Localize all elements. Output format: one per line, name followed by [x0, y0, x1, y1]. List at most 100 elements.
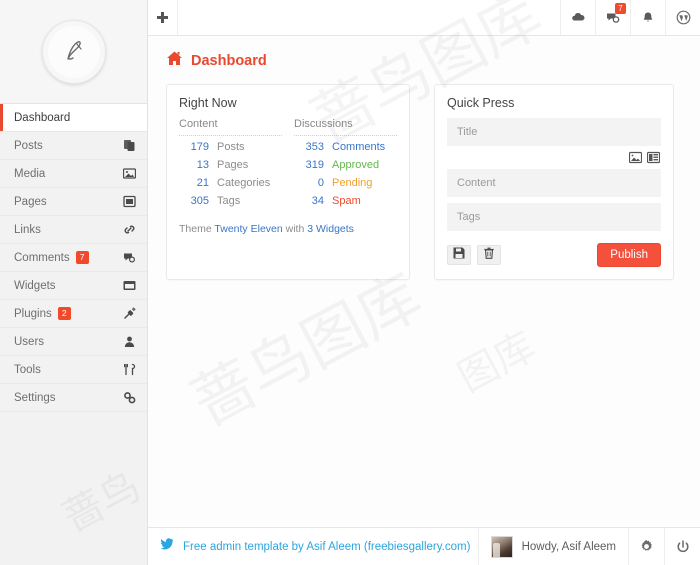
quick-press-actions: Publish: [447, 231, 661, 267]
right-now-panel: Right Now Content 179 Posts 13 Pages 21 …: [166, 84, 410, 280]
sidebar-item-settings[interactable]: Settings: [0, 384, 147, 412]
theme-prefix: Theme: [179, 223, 215, 235]
cloud-icon[interactable]: [560, 0, 595, 35]
sidebar-badge-plugins: 2: [57, 307, 71, 320]
image-icon: [121, 166, 137, 182]
quick-press-tags-input[interactable]: [447, 203, 661, 231]
theme-info: Theme Twenty Eleven with 3 Widgets: [167, 213, 409, 247]
bell-icon[interactable]: [630, 0, 665, 35]
widgets-link[interactable]: 3 Widgets: [307, 223, 354, 235]
admin-dashboard: Dashboard Posts Media Pages Links Commen…: [0, 0, 700, 565]
add-image-icon[interactable]: [628, 150, 642, 164]
footer-bar: Free admin template by Asif Aleem (freeb…: [148, 527, 700, 565]
sidebar-item-label: Dashboard: [14, 111, 71, 124]
sidebar-item-comments[interactable]: Comments 7: [0, 244, 147, 272]
gears-icon: [121, 390, 137, 406]
sidebar-item-label: Links: [14, 223, 41, 236]
stat-row-approved[interactable]: 319 Approved: [294, 159, 397, 171]
quick-press-content-input[interactable]: [447, 169, 661, 197]
home-icon: [166, 50, 183, 72]
top-bar-spacer: [178, 0, 560, 35]
reset-button[interactable]: [477, 245, 501, 265]
theme-middle: with: [282, 223, 308, 235]
gear-icon[interactable]: [628, 528, 664, 565]
stat-row-posts[interactable]: 179 Posts: [179, 141, 282, 153]
sidebar-item-posts[interactable]: Posts: [0, 132, 147, 160]
stat-row-comments[interactable]: 353 Comments: [294, 141, 397, 153]
publish-button[interactable]: Publish: [597, 243, 661, 267]
sidebar-item-users[interactable]: Users: [0, 328, 147, 356]
avatar: [490, 535, 513, 558]
discussions-column-header: Discussions: [294, 118, 397, 136]
page-icon: [121, 194, 137, 210]
footer-credit: Free admin template by Asif Aleem (freeb…: [148, 528, 478, 565]
save-icon: [453, 246, 465, 264]
stat-label: Pending: [332, 177, 373, 189]
sidebar-menu: Dashboard Posts Media Pages Links Commen…: [0, 104, 147, 412]
stat-label: Spam: [332, 195, 361, 207]
sidebar-item-label: Settings: [14, 391, 56, 404]
howdy-label: Howdy, Asif Aleem: [521, 540, 616, 553]
top-bar: 7: [148, 0, 700, 36]
plug-icon: [121, 306, 137, 322]
stat-row-categories[interactable]: 21 Categories: [179, 177, 282, 189]
quick-press-title: Quick Press: [447, 96, 515, 110]
stat-label: Tags: [217, 195, 241, 207]
stat-row-pages[interactable]: 13 Pages: [179, 159, 282, 171]
sidebar-item-label: Plugins: [14, 307, 52, 320]
stat-row-pending[interactable]: 0 Pending: [294, 177, 397, 189]
stat-count: 21: [196, 177, 209, 189]
sidebar-item-widgets[interactable]: Widgets: [0, 272, 147, 300]
sidebar-item-label: Comments: [14, 251, 70, 264]
sidebar-item-links[interactable]: Links: [0, 216, 147, 244]
stat-row-spam[interactable]: 34 Spam: [294, 195, 397, 207]
sidebar-item-dashboard[interactable]: Dashboard: [0, 104, 147, 132]
widget-icon: [121, 278, 137, 294]
sidebar-item-label: Media: [14, 167, 46, 180]
comments-icon[interactable]: 7: [595, 0, 630, 35]
footer-user[interactable]: Howdy, Asif Aleem: [477, 528, 628, 565]
logo-monogram-icon: [41, 19, 106, 84]
stat-label: Posts: [217, 141, 245, 153]
stat-label: Categories: [217, 177, 271, 189]
comment-icon: [121, 250, 137, 266]
plus-icon[interactable]: [148, 0, 178, 35]
dashboard-panels: Right Now Content 179 Posts 13 Pages 21 …: [148, 84, 700, 280]
sidebar-item-label: Posts: [14, 139, 43, 152]
stat-count: 305: [190, 195, 209, 207]
sidebar-item-tools[interactable]: Tools: [0, 356, 147, 384]
stat-label: Pages: [217, 159, 249, 171]
sidebar-item-label: Widgets: [14, 279, 56, 292]
twitter-icon[interactable]: [160, 537, 174, 556]
quick-press-title-input[interactable]: [447, 118, 661, 146]
theme-link[interactable]: Twenty Eleven: [214, 223, 282, 235]
add-media-icon[interactable]: [646, 150, 660, 164]
posts-icon: [121, 138, 137, 154]
power-icon[interactable]: [664, 528, 700, 565]
sidebar-item-label: Users: [14, 335, 45, 348]
quick-press-panel: Quick Press Title Content Tags Publish: [434, 84, 674, 280]
page-header: Dashboard: [148, 36, 700, 84]
sidebar-item-media[interactable]: Media: [0, 160, 147, 188]
page-title: Dashboard: [191, 53, 267, 69]
sidebar: Dashboard Posts Media Pages Links Commen…: [0, 0, 148, 565]
content-column-header: Content: [179, 118, 282, 136]
save-draft-button[interactable]: [447, 245, 471, 265]
wordpress-icon[interactable]: [665, 0, 700, 35]
right-now-title: Right Now: [179, 96, 237, 110]
trash-icon: [483, 246, 495, 264]
stat-count: 13: [196, 159, 209, 171]
stat-count: 319: [305, 159, 324, 171]
sidebar-logo[interactable]: [0, 0, 147, 104]
quick-press-media-buttons: [447, 146, 661, 169]
footer-credit-link[interactable]: Free admin template by Asif Aleem (freeb…: [183, 541, 470, 553]
sidebar-item-label: Tools: [14, 363, 41, 376]
link-icon: [121, 222, 137, 238]
sidebar-item-pages[interactable]: Pages: [0, 188, 147, 216]
stat-row-tags[interactable]: 305 Tags: [179, 195, 282, 207]
stat-count: 0: [317, 177, 324, 189]
discussions-column: Discussions 353 Comments 319 Approved 0 …: [294, 118, 397, 213]
sidebar-item-plugins[interactable]: Plugins 2: [0, 300, 147, 328]
sidebar-item-label: Pages: [14, 195, 47, 208]
stat-label: Comments: [332, 141, 386, 153]
